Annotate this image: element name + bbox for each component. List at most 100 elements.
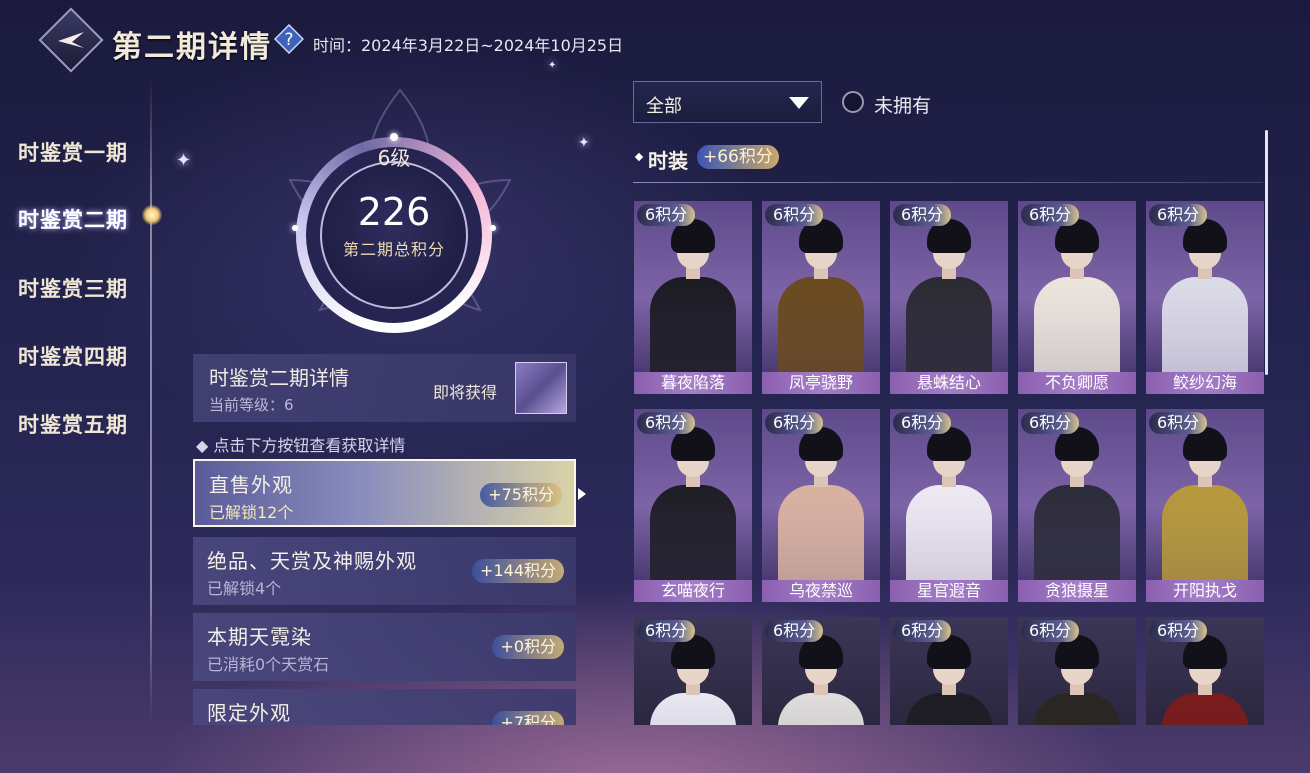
nav-item-period-5[interactable]: 时鉴赏五期 xyxy=(18,409,128,439)
category-filter-dropdown[interactable]: 全部 xyxy=(633,81,822,123)
level-label: 6级 xyxy=(377,146,411,170)
figure-body xyxy=(1162,485,1248,595)
outfit-card[interactable]: 6积分贪狼摄星 xyxy=(1018,409,1136,602)
selected-arrow-icon xyxy=(578,488,586,500)
outfit-scrollbar[interactable] xyxy=(1265,130,1268,375)
filter-selected-value: 全部 xyxy=(646,96,682,117)
outfit-points: 6积分 xyxy=(765,412,824,434)
outfit-name: 玄喵夜行 xyxy=(634,580,752,602)
outfit-card[interactable]: 6积分 悬蛛结心 xyxy=(890,201,1008,394)
nav-item-period-4[interactable]: 时鉴赏四期 xyxy=(18,341,128,371)
outfit-card[interactable]: 6积分不负卿愿 xyxy=(1018,201,1136,394)
outfit-name: 不负卿愿 xyxy=(1018,372,1136,394)
outfit-points: 6积分 xyxy=(1149,204,1208,226)
outfit-card[interactable]: 6积分 凤亭骁野 xyxy=(762,201,880,394)
outfit-points: 6积分 xyxy=(637,412,696,434)
outfit-points: 6积分 xyxy=(637,620,696,642)
event-period: 时间：2024年3月22日~2024年10月25日 xyxy=(313,36,624,55)
outfit-points: 6积分 xyxy=(893,412,952,434)
outfit-points: 6积分 xyxy=(1021,204,1080,226)
figure-body xyxy=(906,485,992,595)
nav-item-period-1[interactable]: 时鉴赏一期 xyxy=(18,137,128,167)
outfit-points: 6积分 xyxy=(765,620,824,642)
figure-body xyxy=(1162,277,1248,387)
category-points: +7积分 xyxy=(492,711,564,725)
outfit-card[interactable]: 6积分开阳执戈 xyxy=(1146,409,1264,602)
outfit-card[interactable]: 6积分 xyxy=(634,617,752,725)
figure-body xyxy=(778,277,864,387)
category-points: +75积分 xyxy=(480,483,562,507)
outfit-card[interactable]: 6积分星官遐音 xyxy=(890,409,1008,602)
outfit-card[interactable]: 6积分暮夜陷落 xyxy=(634,201,752,394)
category-dye[interactable]: 本期天霓染 已消耗0个天赏石 +0积分 xyxy=(193,613,576,681)
category-name: 本期天霓染 xyxy=(207,625,312,649)
outfit-points: 6积分 xyxy=(1021,412,1080,434)
outfit-card[interactable]: 6积分 xyxy=(1018,617,1136,725)
outfit-points: 6积分 xyxy=(1149,620,1208,642)
reward-thumbnail[interactable] xyxy=(515,362,567,414)
ring-dot-icon xyxy=(292,225,298,231)
outfit-points: 6积分 xyxy=(1149,412,1208,434)
figure-body xyxy=(778,693,864,725)
category-progress: 已解锁4个 xyxy=(207,579,282,598)
page-title: 第二期详情 xyxy=(112,30,272,65)
outfit-card[interactable]: 6积分玄喵夜行 xyxy=(634,409,752,602)
category-limited[interactable]: 限定外观 +7积分 xyxy=(193,689,576,725)
sparkle-icon: ✦ xyxy=(578,135,590,151)
outfit-name: 贪狼摄星 xyxy=(1018,580,1136,602)
period-details-panel[interactable]: 时鉴赏二期详情 当前等级：6 即将获得 xyxy=(193,354,576,422)
figure-body xyxy=(650,277,736,387)
current-level: 当前等级：6 xyxy=(209,396,294,414)
dropdown-arrow-icon xyxy=(789,97,809,109)
category-direct-sale[interactable]: 直售外观 已解锁12个 +75积分 xyxy=(193,459,576,527)
details-title: 时鉴赏二期详情 xyxy=(209,366,349,390)
outfit-card[interactable]: 6积分 xyxy=(1146,617,1264,725)
hint-text: ◆ 点击下方按钮查看获取详情 xyxy=(196,436,406,455)
ring-dot-icon xyxy=(490,225,496,231)
outfit-card[interactable]: 6积分 xyxy=(890,617,1008,725)
category-progress: 已消耗0个天赏石 xyxy=(207,655,330,674)
score-ring-core xyxy=(320,161,468,309)
outfit-name: 星官遐音 xyxy=(890,580,1008,602)
section-points: +66积分 xyxy=(697,145,779,169)
outfit-points: 6积分 xyxy=(1021,620,1080,642)
outfit-name: 暮夜陷落 xyxy=(634,372,752,394)
nav-item-period-2[interactable]: 时鉴赏二期 xyxy=(18,204,128,234)
outfit-points: 6积分 xyxy=(637,204,696,226)
unowned-radio[interactable] xyxy=(842,91,864,113)
help-icon[interactable]: ? xyxy=(274,24,304,54)
category-premium[interactable]: 绝品、天赏及神赐外观 已解锁4个 +144积分 xyxy=(193,537,576,605)
outfit-card[interactable]: 6积分 xyxy=(762,617,880,725)
outfit-name: 乌夜禁巡 xyxy=(762,580,880,602)
back-arrow-icon xyxy=(58,32,84,48)
outfit-card[interactable]: 6积分鲛纱幻海 xyxy=(1146,201,1264,394)
category-name: 直售外观 xyxy=(209,473,293,497)
outfit-name: 鲛纱幻海 xyxy=(1146,372,1264,394)
category-points: +144积分 xyxy=(472,559,564,583)
total-score: 226 xyxy=(357,190,431,234)
figure-body xyxy=(906,693,992,725)
outfit-card[interactable]: 6积分乌夜禁巡 xyxy=(762,409,880,602)
figure-body xyxy=(906,277,992,387)
figure-body xyxy=(1034,277,1120,387)
outfit-points: 6积分 xyxy=(893,620,952,642)
outfit-points: 6积分 xyxy=(765,204,824,226)
svg-text:?: ? xyxy=(284,30,293,50)
ring-dot-icon xyxy=(390,133,398,141)
figure-body xyxy=(1034,693,1120,725)
section-bullet-icon xyxy=(634,152,644,162)
figure-body xyxy=(1162,693,1248,725)
coming-soon-label: 即将获得 xyxy=(433,383,498,402)
figure-body xyxy=(650,693,736,725)
figure-body xyxy=(650,485,736,595)
sparkle-icon: ✦ xyxy=(176,150,192,171)
category-name: 限定外观 xyxy=(207,701,291,725)
outfit-name: 开阳执戈 xyxy=(1146,580,1264,602)
outfit-points: 6积分 xyxy=(893,204,952,226)
active-marker-icon xyxy=(142,205,162,225)
unowned-label[interactable]: 未拥有 xyxy=(874,91,931,118)
section-divider xyxy=(633,182,1263,183)
total-score-label: 第二期总积分 xyxy=(342,240,445,259)
category-points: +0积分 xyxy=(492,635,564,659)
nav-item-period-3[interactable]: 时鉴赏三期 xyxy=(18,273,128,303)
